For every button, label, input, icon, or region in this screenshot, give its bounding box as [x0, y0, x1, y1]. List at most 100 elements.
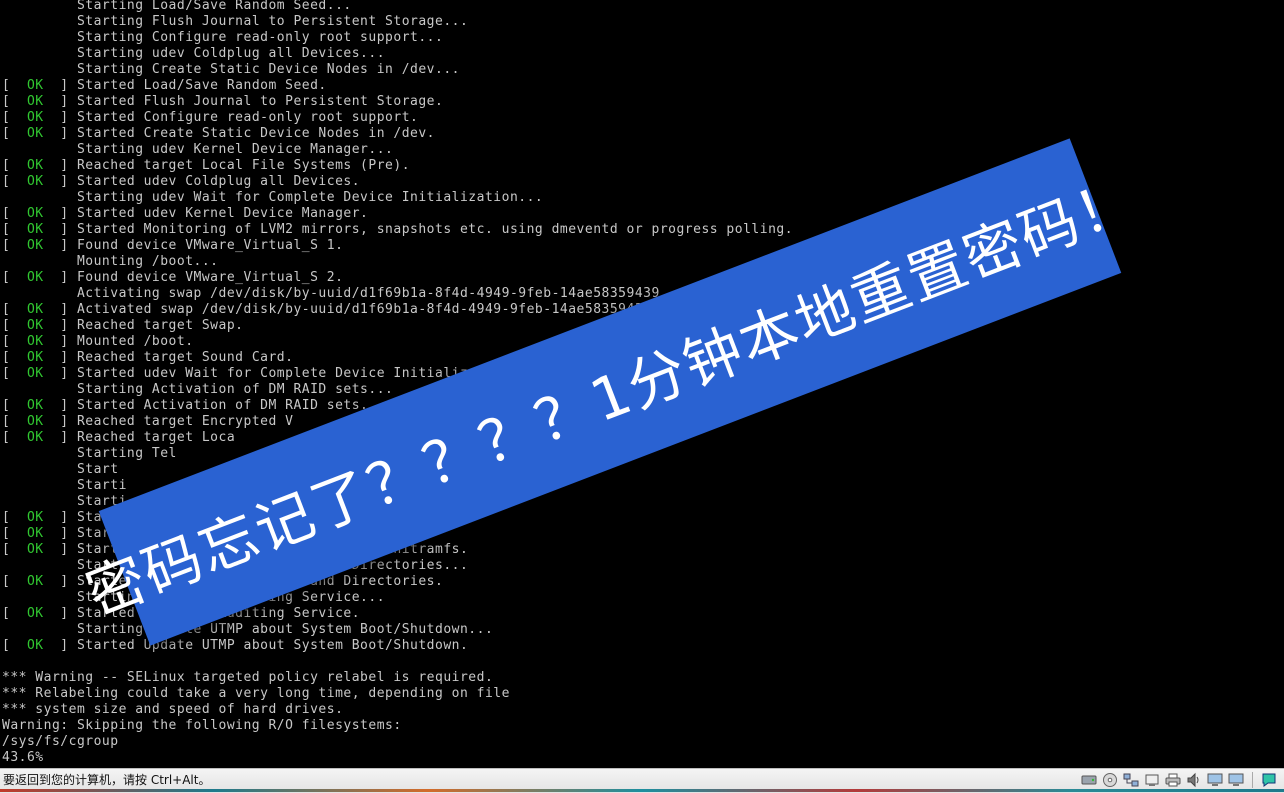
- console-line: [ OK ] Reached target Encrypted V: [2, 414, 294, 429]
- console-line: [ OK ] Started Flush Journal to Persiste…: [2, 94, 444, 109]
- ok-status: OK: [26, 206, 44, 221]
- console-line: Starting Tel: [2, 446, 177, 462]
- console-line-text: Started Configure read-only root support…: [76, 110, 419, 125]
- ok-status: OK: [26, 414, 44, 429]
- console-line: [ OK ] Started udev Coldplug all Devices…: [2, 174, 361, 189]
- console-line-text: Starting udev Coldplug all Devices...: [76, 46, 386, 61]
- console-line: [ OK ] Reached target Loca: [2, 430, 236, 445]
- console-line-text: Starti: [76, 478, 127, 493]
- ok-status: OK: [26, 318, 44, 333]
- display-icon[interactable]: [1206, 771, 1224, 789]
- console-line-text: Start: [76, 462, 119, 477]
- console-line-text: Activated swap /dev/disk/by-uuid/d1f69b1…: [76, 302, 660, 317]
- console-line: /sys/fs/cgroup: [2, 734, 119, 750]
- console-line-text: Starting Create Static Device Nodes in /…: [76, 62, 460, 77]
- console-line: [ OK ] Reached target Local File Systems…: [2, 158, 411, 173]
- device-tray: [1080, 771, 1278, 789]
- console-line-text: Found device VMware_Virtual_S 2.: [76, 270, 344, 285]
- console-line-text: Started udev Wait for Complete Device In…: [76, 366, 477, 381]
- ok-status: OK: [26, 430, 44, 445]
- console-line-text: *** system size and speed of hard drives…: [2, 702, 344, 717]
- console-line: Warning: Skipping the following R/O file…: [2, 718, 402, 734]
- console-line: [ OK ] Started Load/Save Random Seed.: [2, 78, 327, 93]
- console-line-text: Mounted /boot.: [76, 334, 194, 349]
- console-line-text: Started udev Coldplug all Devices.: [76, 174, 361, 189]
- ok-status: OK: [26, 222, 44, 237]
- console-line: *** Relabeling could take a very long ti…: [2, 686, 510, 702]
- console-line: [ OK ] Started Create Static Device Node…: [2, 126, 435, 141]
- console-line: [ OK ] Started Activation of DM RAID set…: [2, 398, 369, 413]
- console-line: [ OK ] Found device VMware_Virtual_S 2.: [2, 270, 344, 285]
- ok-status: OK: [26, 270, 44, 285]
- network-icon[interactable]: [1122, 771, 1140, 789]
- console-line-text: Reached target Local File Systems (Pre).: [76, 158, 411, 173]
- console-line-text: Started udev Kernel Device Manager.: [76, 206, 369, 221]
- console-line: Starting udev Kernel Device Manager...: [2, 142, 393, 158]
- ok-status: OK: [26, 542, 44, 557]
- console-line: [ OK ] Found device VMware_Virtual_S 1.: [2, 238, 344, 253]
- console-line-text: Starting Load/Save Random Seed...: [76, 0, 352, 13]
- console-line-text: Warning: Skipping the following R/O file…: [2, 718, 402, 733]
- console-line: [ OK ] Activated swap /dev/disk/by-uuid/…: [2, 302, 660, 317]
- ok-status: OK: [26, 606, 44, 621]
- console-line: *** system size and speed of hard drives…: [2, 702, 343, 718]
- console-line-text: Starting udev Kernel Device Manager...: [76, 142, 394, 157]
- console-line-text: Starting Update UTMP about System Boot/S…: [76, 622, 494, 637]
- console-line: [ OK ] Started udev Kernel Device Manage…: [2, 206, 369, 221]
- console-line: *** Warning -- SELinux targeted policy r…: [2, 670, 493, 686]
- ok-status: OK: [26, 238, 44, 253]
- console-line-text: 43.6%: [2, 750, 44, 765]
- ok-status: OK: [26, 366, 44, 381]
- console-line-text: Activating swap /dev/disk/by-uuid/d1f69b…: [76, 286, 685, 301]
- console-line-text: Reached target Encrypted V: [76, 414, 294, 429]
- ok-status: OK: [26, 302, 44, 317]
- console-line: [ OK ] Reached target Swap.: [2, 318, 244, 333]
- cd-drive-icon[interactable]: [1101, 771, 1119, 789]
- console-line: Mounting /boot...: [2, 254, 219, 270]
- display-icon-2[interactable]: [1227, 771, 1245, 789]
- usb-device-icon[interactable]: [1143, 771, 1161, 789]
- ok-status: OK: [26, 526, 44, 541]
- console-line-text: *** Warning -- SELinux targeted policy r…: [2, 670, 494, 685]
- console-line: Activating swap /dev/disk/by-uuid/d1f69b…: [2, 286, 685, 302]
- console-line-text: /sys/fs/cgroup: [2, 734, 119, 749]
- console-line: Start: [2, 462, 119, 478]
- ok-status: OK: [26, 510, 44, 525]
- ok-status: OK: [26, 638, 44, 653]
- console-line: [ OK ] Started udev Wait for Complete De…: [2, 366, 477, 381]
- console-line-text: Started Monitoring of LVM2 mirrors, snap…: [76, 222, 794, 237]
- console-line-text: *** Relabeling could take a very long ti…: [2, 686, 510, 701]
- console-line-text: Found device VMware_Virtual_S 1.: [76, 238, 344, 253]
- console-line-text: Mounting /boot...: [76, 254, 219, 269]
- console-line-text: Starting Flush Journal to Persistent Sto…: [76, 14, 469, 29]
- sound-icon[interactable]: [1185, 771, 1203, 789]
- ok-status: OK: [26, 110, 44, 125]
- hard-disk-icon[interactable]: [1080, 771, 1098, 789]
- status-hint-text: 要返回到您的计算机，请按 Ctrl+Alt。: [3, 773, 211, 787]
- console-line-text: Started Flush Journal to Persistent Stor…: [76, 94, 444, 109]
- console-line-text: Reached target Swap.: [76, 318, 244, 333]
- printer-icon[interactable]: [1164, 771, 1182, 789]
- console-line: Starting Update UTMP about System Boot/S…: [2, 622, 493, 638]
- message-icon[interactable]: [1260, 771, 1278, 789]
- ok-status: OK: [26, 94, 44, 109]
- console-line-text: Reached target Sound Card.: [76, 350, 294, 365]
- console-line-text: Started Activation of DM RAID sets.: [76, 398, 369, 413]
- console-line-text: Starting Tel: [76, 446, 177, 461]
- ok-status: OK: [26, 126, 44, 141]
- console-line-text: Starting Configure read-only root suppor…: [76, 30, 444, 45]
- console-line-text: Started Update UTMP about System Boot/Sh…: [76, 638, 469, 653]
- console-line: [ OK ] Started Configure read-only root …: [2, 110, 419, 125]
- console-line-text: Starting Activation of DM RAID sets...: [76, 382, 394, 397]
- ok-status: OK: [26, 334, 44, 349]
- console-line: [ OK ] Started Monitoring of LVM2 mirror…: [2, 222, 794, 237]
- console-line-text: Starting udev Wait for Complete Device I…: [76, 190, 544, 205]
- ok-status: OK: [26, 174, 44, 189]
- console-line: Starting Activation of DM RAID sets...: [2, 382, 393, 398]
- console-line: Starting udev Wait for Complete Device I…: [2, 190, 543, 206]
- console-line: Starting Flush Journal to Persistent Sto…: [2, 14, 468, 30]
- console-line-text: Started Load/Save Random Seed.: [76, 78, 327, 93]
- ok-status: OK: [26, 158, 44, 173]
- console-line: 43.6%: [2, 750, 44, 766]
- console-line: Starting Create Static Device Nodes in /…: [2, 62, 460, 78]
